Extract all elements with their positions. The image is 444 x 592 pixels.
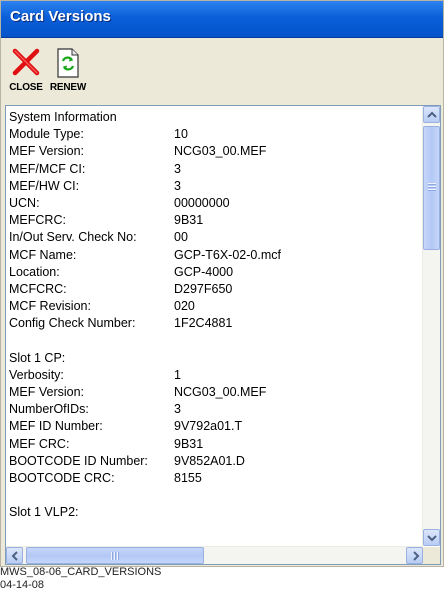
info-row: MCF Name: GCP-T6X-02-0.mcf: [9, 247, 423, 264]
info-row-label: MEFCRC:: [9, 213, 66, 228]
info-row-label: Config Check Number:: [9, 316, 136, 331]
slot1-vlp2-heading: Slot 1 VLP2:: [9, 505, 79, 520]
caption-line-1: MWS_08-06_CARD_VERSIONS: [0, 566, 162, 578]
info-row-value: 3: [174, 402, 181, 417]
info-row-value: 9V852A01.D: [174, 453, 245, 468]
scroll-right-button[interactable]: [406, 547, 423, 564]
close-button[interactable]: CLOSE: [6, 46, 46, 96]
versions-list-panel: System Information Module Type: 10 MEF Ver…: [5, 105, 441, 565]
toolbar: CLOSE RENEW: [1, 38, 443, 101]
info-row-label: MEF Version:: [9, 385, 85, 399]
info-row-value: NCG03_00.MEF: [174, 385, 267, 399]
info-row: BOOTCODE CRC: 8155: [9, 470, 423, 487]
info-row: MEF ID Number: 9V792a01.T: [9, 418, 423, 435]
info-row: MEF/MCF CI: 3: [9, 161, 423, 178]
info-row-label: MEF ID Number:: [9, 419, 103, 434]
scroll-left-button[interactable]: [6, 547, 23, 564]
info-row-label: Location:: [9, 264, 60, 279]
info-row: NumberOfIDs: 3: [9, 401, 423, 418]
info-row-value: GCP-T6X-02-0.mcf: [174, 247, 281, 262]
scroll-down-button[interactable]: [423, 529, 440, 546]
chevron-right-icon: [413, 551, 420, 561]
window-title: Card Versions: [10, 8, 111, 25]
info-row-value: 020: [174, 299, 195, 314]
info-row-value: 00000000: [174, 195, 230, 210]
card-versions-window: Card Versions CLOSE RENEW System Informa…: [0, 0, 444, 567]
title-bar[interactable]: Card Versions: [1, 1, 443, 38]
info-row-label: MCFCRC:: [9, 281, 67, 296]
info-row-label: BOOTCODE ID Number:: [9, 453, 148, 468]
info-row: MCFCRC: D297F650: [9, 281, 423, 298]
info-row-value: GCP-4000: [174, 264, 234, 279]
slot1-cp-rows: Verbosity: 1 MEF Version: NCG03_00.MEF Numbe…: [9, 367, 423, 487]
info-row: MEF Version: NCG03_00.MEF: [9, 143, 423, 160]
info-row: Location: GCP-4000: [9, 264, 423, 281]
scroll-up-button[interactable]: [423, 106, 440, 123]
info-row-value: 3: [174, 178, 181, 193]
vertical-scroll-thumb[interactable]: [423, 126, 440, 250]
info-row-value: 8155: [174, 470, 202, 485]
info-row: In/Out Serv. Check No: 00: [9, 229, 423, 246]
info-row: MEF CRC: 9B31: [9, 436, 423, 453]
document-refresh-icon: [57, 48, 79, 78]
info-row-label: Verbosity:: [9, 367, 64, 382]
info-row: BOOTCODE ID Number: 9V852A01.D: [9, 453, 423, 470]
versions-text[interactable]: System Information Module Type: 10 MEF Ver…: [6, 106, 423, 546]
info-row-value: 9B31: [174, 213, 204, 228]
info-row-label: MCF Revision:: [9, 299, 91, 314]
info-row: MEFCRC: 9B31: [9, 212, 423, 229]
info-row-value: NCG03_00.MEF: [174, 144, 267, 159]
info-row: MEF Version: NCG03_00.MEF: [9, 384, 423, 401]
info-row-label: MCF Name:: [9, 247, 77, 262]
vertical-scrollbar[interactable]: [422, 106, 440, 546]
info-row-value: 3: [174, 161, 181, 176]
info-row-label: MEF CRC:: [9, 436, 70, 451]
info-row-label: In/Out Serv. Check No:: [9, 230, 137, 245]
horizontal-scroll-thumb[interactable]: [26, 547, 204, 564]
info-row-label: MEF/HW CI:: [9, 178, 80, 193]
info-row-label: UCN:: [9, 195, 40, 210]
chevron-down-icon: [427, 535, 437, 542]
figure-caption: MWS_08-06_CARD_VERSIONS 04-14-08: [0, 566, 161, 592]
info-row-label: MEF/MCF CI:: [9, 161, 86, 176]
system-info-heading: System Information: [9, 110, 117, 124]
info-row-value: D297F650: [174, 281, 233, 296]
info-row-value: 1: [174, 367, 181, 382]
info-row-value: 9V792a01.T: [174, 419, 243, 434]
info-row: Verbosity: 1: [9, 367, 423, 384]
info-row: Config Check Number: 1F2C4881: [9, 315, 423, 332]
caption-line-2: 04-14-08: [0, 579, 45, 591]
info-row-label: Module Type:: [9, 127, 84, 142]
info-row: MEF/HW CI: 3: [9, 178, 423, 195]
horizontal-scrollbar[interactable]: [6, 546, 423, 564]
info-row: Module Type: 10: [9, 126, 423, 143]
info-row-value: 9B31: [174, 436, 204, 451]
slot1-cp-heading: Slot 1 CP:: [9, 350, 66, 365]
info-row-value: 10: [174, 127, 188, 142]
close-button-label: CLOSE: [9, 82, 43, 93]
red-x-icon: [12, 48, 40, 76]
info-row: UCN: 00000000: [9, 195, 423, 212]
info-row: MCF Revision: 020: [9, 298, 423, 315]
info-row-value: 1F2C4881: [174, 316, 233, 331]
system-info-rows: Module Type: 10 MEF Version: NCG03_00.MEF ME…: [9, 126, 423, 332]
chevron-left-icon: [11, 551, 18, 561]
info-row-value: 00: [174, 230, 188, 245]
info-row-label: BOOTCODE CRC:: [9, 470, 115, 485]
renew-button[interactable]: RENEW: [46, 46, 90, 96]
scrollbar-corner: [423, 547, 440, 564]
chevron-up-icon: [427, 111, 437, 118]
info-row-label: MEF Version:: [9, 144, 85, 159]
info-row-label: NumberOfIDs:: [9, 402, 89, 417]
renew-button-label: RENEW: [49, 82, 87, 93]
